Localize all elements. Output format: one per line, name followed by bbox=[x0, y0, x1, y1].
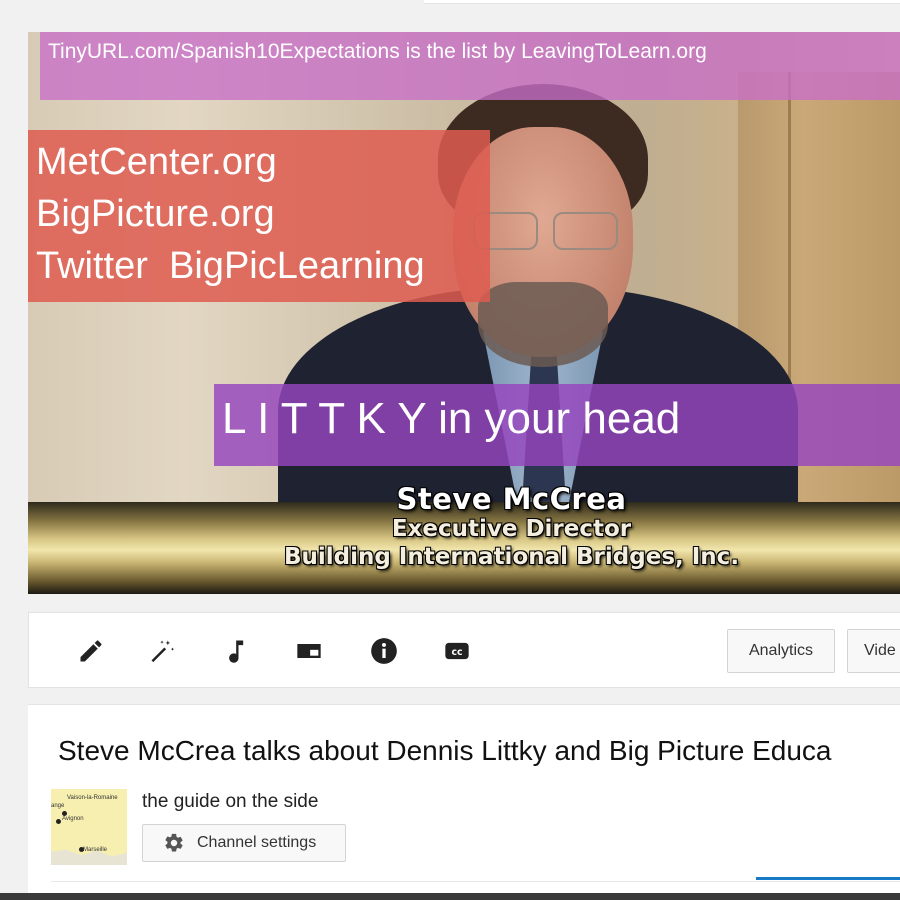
magic-wand-icon bbox=[151, 640, 175, 663]
analytics-button[interactable]: Analytics bbox=[727, 629, 835, 673]
map-label: Vaison-la-Romaine bbox=[67, 795, 118, 801]
lower-third: Steve McCrea Executive Director Building… bbox=[28, 482, 900, 570]
overlay-links-annotation[interactable]: MetCenter.org BigPicture.org Twitter Big… bbox=[28, 130, 490, 302]
video-manager-button[interactable]: Vide bbox=[847, 629, 900, 673]
speaker-beard bbox=[478, 282, 608, 367]
overlay-link-bigpicture: BigPicture.org bbox=[36, 193, 275, 235]
overlay-top-annotation[interactable]: TinyURL.com/Spanish10Expectations is the… bbox=[40, 32, 900, 100]
audio-button[interactable] bbox=[219, 635, 251, 667]
bottom-edge bbox=[0, 893, 900, 900]
video-title: Steve McCrea talks about Dennis Littky a… bbox=[58, 735, 832, 766]
overlay-link-twitter: Twitter BigPicLearning bbox=[36, 245, 425, 287]
end-screen-icon bbox=[297, 644, 321, 658]
glasses-lens-right bbox=[553, 212, 618, 250]
channel-avatar[interactable]: Vaison-la-Romaine Avignon Marseille ange bbox=[51, 789, 127, 865]
tab-indicator bbox=[756, 877, 900, 880]
editor-toolbar: cc Analytics Vide bbox=[28, 612, 900, 688]
cc-icon: cc bbox=[445, 642, 469, 660]
channel-settings-button[interactable]: Channel settings bbox=[142, 824, 346, 862]
end-screen-button[interactable] bbox=[293, 635, 325, 667]
cards-button[interactable] bbox=[368, 635, 400, 667]
pencil-icon bbox=[80, 640, 102, 662]
info-divider bbox=[51, 881, 900, 882]
overlay-littky-annotation[interactable]: L I T T K Y in your head bbox=[214, 384, 900, 466]
map-dot bbox=[56, 819, 61, 824]
music-note-icon bbox=[229, 640, 244, 663]
enhancements-button[interactable] bbox=[75, 635, 107, 667]
subtitles-button[interactable]: cc bbox=[441, 635, 473, 667]
video-player[interactable]: Steve McCrea Executive Director Building… bbox=[28, 32, 900, 594]
top-strip bbox=[424, 0, 900, 4]
speaker-name: Steve McCrea bbox=[396, 482, 627, 516]
overlay-littky-text: L I T T K Y in your head bbox=[222, 394, 681, 443]
overlay-link-metcenter: MetCenter.org bbox=[36, 141, 277, 183]
cc-label: cc bbox=[451, 647, 462, 658]
channel-name[interactable]: the guide on the side bbox=[142, 791, 318, 813]
map-label: Marseille bbox=[83, 847, 108, 853]
video-info-card: Steve McCrea talks about Dennis Littky a… bbox=[28, 704, 900, 900]
gear-icon bbox=[165, 833, 183, 852]
map-label: ange bbox=[51, 803, 65, 809]
effects-button[interactable] bbox=[146, 635, 178, 667]
overlay-top-text: TinyURL.com/Spanish10Expectations is the… bbox=[48, 40, 707, 63]
speaker-title: Executive Director bbox=[391, 516, 632, 542]
channel-settings-label: Channel settings bbox=[197, 834, 317, 851]
info-icon bbox=[371, 638, 397, 664]
top-bar bbox=[0, 0, 900, 18]
map-label: Avignon bbox=[62, 816, 84, 822]
speaker-org: Building International Bridges, Inc. bbox=[283, 544, 740, 570]
